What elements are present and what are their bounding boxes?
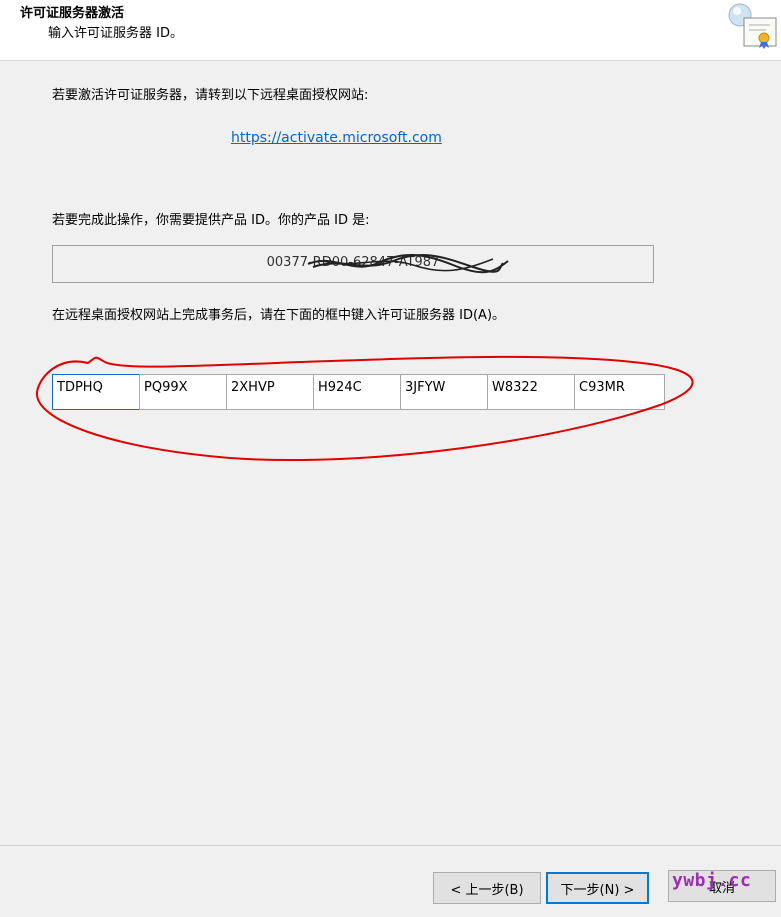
- wizard-content: 若要激活许可证服务器，请转到以下远程桌面授权网站: https://activa…: [0, 62, 781, 845]
- product-id-box: 00377-RD00-62847-AT987: [52, 245, 654, 283]
- intro-text: 若要激活许可证服务器，请转到以下远程桌面授权网站:: [52, 88, 369, 103]
- next-button[interactable]: 下一步(N) >: [546, 872, 649, 904]
- server-id-field-3[interactable]: 2XHVP: [226, 374, 314, 410]
- server-id-field-4[interactable]: H924C: [313, 374, 401, 410]
- server-id-inputs: TDPHQ PQ99X 2XHVP H924C 3JFYW W8322 C93M…: [52, 374, 665, 410]
- wizard-footer: < 上一步(B) 下一步(N) > 取消 ywbj.cc: [0, 845, 781, 917]
- wizard-subtitle: 输入许可证服务器 ID。: [48, 26, 183, 41]
- server-id-field-1[interactable]: TDPHQ: [52, 374, 140, 410]
- server-id-field-2[interactable]: PQ99X: [139, 374, 227, 410]
- site-watermark: ywbj.cc: [672, 870, 752, 891]
- activation-link[interactable]: https://activate.microsoft.com: [231, 130, 442, 146]
- wizard-header: 许可证服务器激活 输入许可证服务器 ID。: [0, 0, 781, 61]
- product-id-label: 若要完成此操作，你需要提供产品 ID。你的产品 ID 是:: [52, 213, 370, 228]
- certificate-icon: [728, 3, 777, 49]
- back-button[interactable]: < 上一步(B): [433, 872, 541, 904]
- server-id-field-7[interactable]: C93MR: [574, 374, 665, 410]
- redaction-scribble: [307, 253, 509, 274]
- server-id-field-5[interactable]: 3JFYW: [400, 374, 488, 410]
- instruction-text: 在远程桌面授权网站上完成事务后，请在下面的框中键入许可证服务器 ID(A)。: [52, 308, 506, 323]
- server-id-field-6[interactable]: W8322: [487, 374, 575, 410]
- wizard-title: 许可证服务器激活: [20, 6, 125, 21]
